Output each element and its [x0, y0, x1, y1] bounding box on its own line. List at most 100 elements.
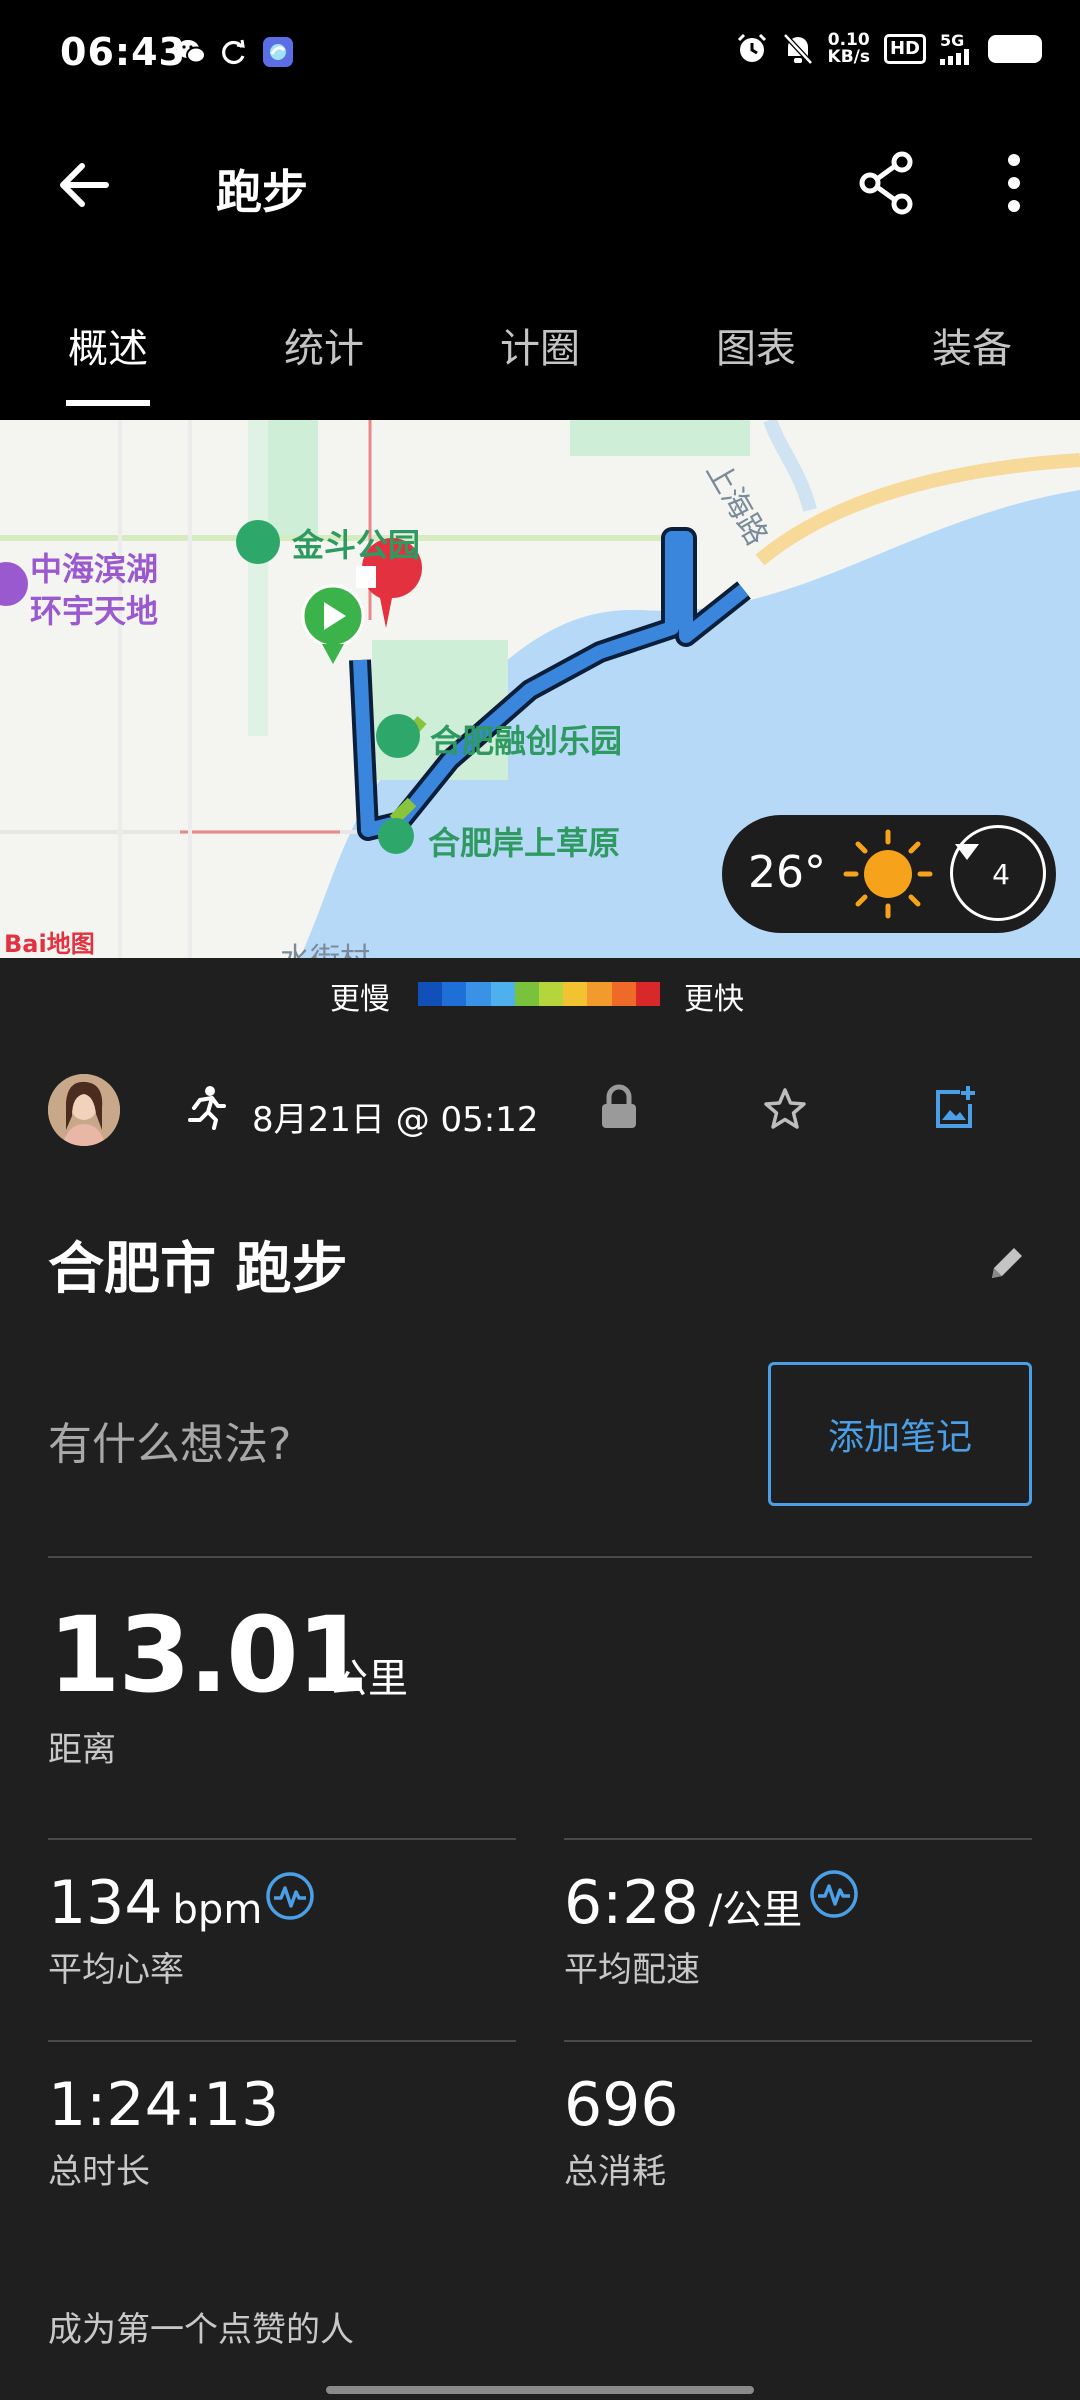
more-options-button[interactable]: [994, 148, 1034, 218]
heart-rate-zone-icon[interactable]: [264, 1870, 316, 1922]
heart-rate-value-row: 134 bpm: [48, 1868, 262, 1938]
pace-value: 6:28: [564, 1868, 699, 1938]
back-button[interactable]: [50, 150, 120, 220]
status-bar: 06:43 0.10 KB/s HD 5G: [0, 0, 1080, 110]
running-icon: [188, 1086, 226, 1130]
map-label-grassland: 合肥岸上草原: [428, 824, 621, 862]
map-label-mall-2: 环宇天地: [30, 592, 159, 630]
sunac-poi-icon: [376, 714, 420, 758]
stat-pace[interactable]: 6:28/公里 平均配速: [564, 1868, 802, 1991]
edit-icon[interactable]: [984, 1240, 1030, 1286]
legend-slow-label: 更慢: [330, 982, 390, 1017]
home-indicator[interactable]: [326, 2386, 754, 2394]
green-area-north: [570, 420, 750, 456]
legend-color-swatch: [563, 982, 588, 1006]
add-note-button[interactable]: 添加笔记: [768, 1362, 1032, 1506]
tab-stats[interactable]: 统计: [234, 316, 414, 416]
legend-color-swatch: [514, 982, 540, 1006]
legend-color-swatch: [490, 982, 515, 1006]
activity-meta-row: 8月21日 @ 05:12: [0, 1070, 1080, 1154]
weather-temperature: 26°: [748, 847, 826, 898]
wechat-icon: [177, 40, 206, 64]
legend-color-swatch: [442, 982, 467, 1006]
heart-rate-value: 134: [48, 1868, 163, 1938]
battery-icon: [988, 35, 1042, 63]
activity-date: 8月21日 @ 05:12: [252, 1100, 539, 1140]
network-speed: 0.10 KB/s: [828, 32, 870, 66]
tab-bar: 概述 统计 计圈 图表 装备: [0, 300, 1080, 420]
distance-label: 距离: [48, 1730, 116, 1770]
divider: [48, 1838, 516, 1840]
duration-value: 1:24:13: [48, 2070, 280, 2140]
arrow-left-icon: [60, 163, 109, 207]
pace-zone-icon[interactable]: [808, 1868, 860, 1920]
share-icon: [859, 151, 913, 215]
stat-heart-rate[interactable]: 134 bpm 平均心率: [48, 1868, 262, 1991]
legend-color-swatch: [611, 982, 636, 1006]
sync-icon: [222, 39, 245, 65]
status-left-icons: [176, 36, 294, 68]
pace-value-row: 6:28/公里: [564, 1868, 802, 1938]
star-icon[interactable]: [762, 1086, 808, 1132]
map-label-sunac: 合肥融创乐园: [430, 722, 623, 760]
divider: [564, 1838, 1032, 1840]
status-time: 06:43: [60, 30, 186, 74]
share-button[interactable]: [852, 148, 922, 218]
duration-label: 总时长: [48, 2152, 150, 2192]
signal-type: 5G: [940, 31, 965, 50]
heart-rate-unit: bpm: [172, 1887, 263, 1933]
legend-color-bar: [418, 982, 661, 1006]
divider: [48, 2040, 516, 2042]
stat-duration: 1:24:13 总时长: [48, 2070, 279, 2193]
road-v: [118, 420, 192, 958]
park-strip: [248, 420, 268, 736]
add-photo-icon[interactable]: [930, 1084, 978, 1132]
alarm-icon: [737, 33, 766, 62]
river: [763, 420, 817, 512]
activity-title: 合肥市 跑步: [48, 1237, 348, 1302]
hd-badge: HD: [883, 34, 926, 64]
distance-unit: 公里: [328, 1656, 408, 1702]
mall-poi-icon: [0, 562, 28, 606]
finish-flag-icon: [356, 566, 376, 588]
calories-value: 696: [564, 2070, 679, 2140]
map-logo: Bai地图: [4, 930, 95, 958]
grassland-poi-icon: [378, 818, 414, 854]
calories-label: 总消耗: [564, 2152, 666, 2192]
legend-fast-label: 更快: [684, 982, 744, 1017]
avatar-image: [48, 1074, 120, 1146]
signal-bars-icon: [940, 49, 969, 65]
tab-charts[interactable]: 图表: [666, 316, 846, 416]
divider: [48, 1556, 1032, 1558]
start-pin-tail: [322, 644, 344, 664]
mute-bell-icon: [782, 33, 813, 65]
page-title: 跑步: [216, 165, 308, 219]
legend-color-swatch: [418, 982, 443, 1006]
weather-badge: 26° 4: [722, 815, 1056, 933]
network-speed-unit: KB/s: [827, 47, 870, 67]
distance-value: 13.01: [48, 1594, 369, 1716]
avatar[interactable]: [48, 1074, 120, 1146]
app-notification-icon: [263, 37, 293, 67]
map-label-village: 水街村: [280, 934, 370, 958]
pace-unit: /公里: [708, 1887, 803, 1933]
park-poi-icon: [236, 520, 280, 564]
lock-icon[interactable]: [598, 1084, 640, 1130]
legend-color-swatch: [635, 982, 661, 1006]
map-label-park: 金斗公园: [292, 526, 421, 564]
status-right-icons: 0.10 KB/s HD 5G: [736, 32, 1042, 66]
sun-icon: [843, 829, 933, 919]
tab-gear[interactable]: 装备: [882, 316, 1062, 416]
stat-calories: 696 总消耗: [564, 2070, 679, 2193]
more-vert-icon: [1008, 154, 1020, 212]
notes-prompt[interactable]: 有什么想法?: [48, 1408, 291, 1472]
legend-color-swatch: [466, 982, 491, 1006]
active-tab-indicator: [66, 400, 150, 406]
signal-indicator: 5G: [940, 33, 974, 65]
tab-laps[interactable]: 计圈: [450, 316, 630, 416]
divider: [564, 2040, 1032, 2042]
pace-legend: 更慢 更快: [0, 960, 1080, 1026]
map-label-mall-1: 中海滨湖: [30, 550, 159, 588]
pace-label: 平均配速: [564, 1950, 700, 1990]
like-prompt[interactable]: 成为第一个点赞的人: [48, 2302, 354, 2351]
